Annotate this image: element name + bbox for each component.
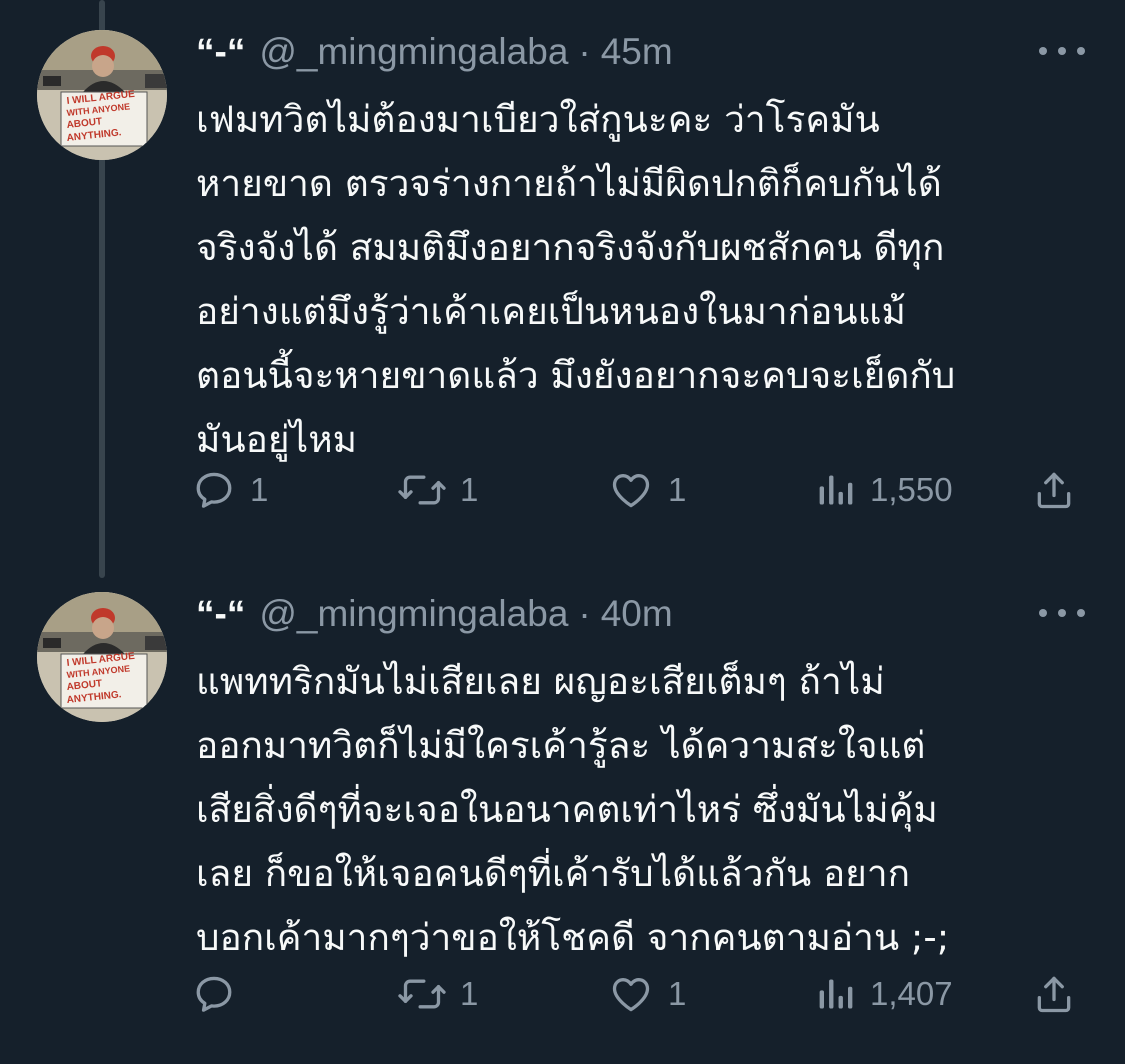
display-name[interactable]: “-“ bbox=[196, 31, 245, 73]
share-button[interactable] bbox=[1032, 462, 1076, 518]
avatar[interactable]: I WILL ARGUE WITH ANYONE ABOUT ANYTHING. bbox=[37, 592, 167, 722]
retweet-icon bbox=[398, 475, 446, 505]
avatar[interactable]: I WILL ARGUE WITH ANYONE ABOUT ANYTHING. bbox=[37, 30, 167, 160]
more-icon[interactable] bbox=[1039, 600, 1085, 626]
user-handle[interactable]: @_mingmingalaba bbox=[259, 31, 568, 73]
retweet-count: 1 bbox=[460, 975, 479, 1012]
share-icon bbox=[1037, 472, 1071, 509]
like-count: 1 bbox=[668, 471, 687, 508]
share-icon bbox=[1037, 976, 1071, 1013]
reply-button[interactable]: 1 bbox=[192, 462, 268, 518]
more-icon[interactable] bbox=[1039, 38, 1085, 64]
like-icon bbox=[612, 474, 650, 508]
tweet-header: “-“ @_mingmingalaba · 45m bbox=[196, 30, 673, 74]
retweet-icon bbox=[398, 979, 446, 1009]
views-count: 1,407 bbox=[870, 975, 953, 1012]
views-count: 1,550 bbox=[870, 471, 953, 508]
tweet-text: เฟมทวิตไม่ต้องมาเบียวใส่กูนะคะ ว่าโรคมัน… bbox=[196, 98, 956, 461]
tweet-header: “-“ @_mingmingalaba · 40m bbox=[196, 592, 673, 636]
separator-dot: · bbox=[578, 31, 591, 72]
like-button[interactable]: 1 bbox=[608, 462, 686, 518]
separator-dot: · bbox=[578, 593, 591, 634]
reply-icon bbox=[196, 976, 232, 1012]
views-icon bbox=[819, 475, 853, 505]
like-button[interactable]: 1 bbox=[608, 966, 686, 1022]
reply-count: 1 bbox=[250, 471, 269, 508]
tweet-text: แพททริกมันไม่เสียเลย ผญอะเสียเต็มๆ ถ้าไม… bbox=[196, 660, 950, 959]
timestamp[interactable]: 40m bbox=[601, 593, 673, 635]
retweet-button[interactable]: 1 bbox=[398, 462, 478, 518]
views-button[interactable]: 1,550 bbox=[816, 462, 953, 518]
share-button[interactable] bbox=[1032, 966, 1076, 1022]
tweet-actions: 1 1 1 1,550 bbox=[192, 462, 1092, 518]
tweet-actions: 1 1 1,407 bbox=[192, 966, 1092, 1022]
retweet-button[interactable]: 1 bbox=[398, 966, 478, 1022]
user-handle[interactable]: @_mingmingalaba bbox=[259, 593, 568, 635]
like-icon bbox=[612, 978, 650, 1012]
display-name[interactable]: “-“ bbox=[196, 593, 245, 635]
like-count: 1 bbox=[668, 975, 687, 1012]
timestamp[interactable]: 45m bbox=[601, 31, 673, 73]
reply-button[interactable] bbox=[192, 966, 250, 1022]
retweet-count: 1 bbox=[460, 471, 479, 508]
views-icon bbox=[819, 979, 853, 1009]
reply-icon bbox=[196, 472, 232, 508]
views-button[interactable]: 1,407 bbox=[816, 966, 953, 1022]
